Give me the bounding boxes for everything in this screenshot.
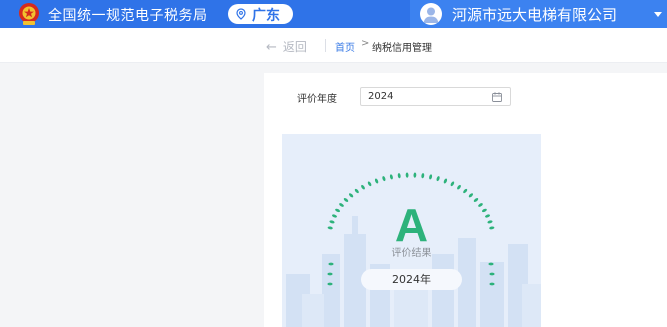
calendar-icon <box>492 92 502 102</box>
year-picker[interactable]: 2024 <box>360 87 511 106</box>
gauge-dot <box>488 262 494 266</box>
region-selector[interactable]: 广东 <box>228 4 293 24</box>
gauge-dot <box>389 174 393 180</box>
back-button[interactable]: ← 返回 <box>266 38 307 55</box>
user-menu[interactable]: 河源市远大电梯有限公司 <box>410 0 667 28</box>
gauge-dot <box>354 188 359 194</box>
gauge-dot <box>413 172 417 178</box>
gauge-dot <box>397 173 401 179</box>
breadcrumb-home-link[interactable]: 首页 <box>335 39 355 54</box>
gauge-dot <box>367 181 372 187</box>
breadcrumb-bar: ← 返回 首页 > 纳税信用管理 <box>0 28 667 63</box>
result-year-badge: 2024年 <box>361 269 462 290</box>
gauge-dot <box>327 282 333 286</box>
gauge-dot <box>361 184 365 190</box>
back-arrow-icon: ← <box>266 40 277 55</box>
gauge-dot <box>436 176 440 182</box>
gauge-dot <box>450 181 455 187</box>
location-pin-icon <box>236 8 246 20</box>
region-label: 广东 <box>252 8 280 24</box>
back-label: 返回 <box>282 40 307 54</box>
gauge-dot <box>489 282 495 286</box>
gauge-dot <box>489 272 495 276</box>
year-picker-value: 2024 <box>368 91 394 102</box>
user-avatar-icon <box>420 3 442 25</box>
breadcrumb-separator: > <box>361 38 370 49</box>
gauge-dot <box>429 174 433 180</box>
top-header: 全国统一规范电子税务局 广东 河源市远大电梯有限公司 <box>0 0 667 28</box>
emblem-icon <box>19 3 39 25</box>
breadcrumb-current: 纳税信用管理 <box>372 43 432 54</box>
gauge-dot <box>327 272 333 276</box>
gauge-dot <box>421 173 425 179</box>
gauge-dot <box>328 262 334 266</box>
site-title[interactable]: 全国统一规范电子税务局 <box>48 5 208 25</box>
gauge-dot <box>405 172 409 178</box>
company-name: 河源市远大电梯有限公司 <box>452 6 618 24</box>
gauge-dot <box>374 178 379 184</box>
gauge-dot <box>382 176 386 182</box>
credit-result-card: A 评价结果 2024年 <box>282 134 541 327</box>
main-panel: 评价年度 2024 A 评价结果 2024年 <box>264 73 667 327</box>
gauge-dot <box>443 178 448 184</box>
gauge-dot <box>457 184 461 190</box>
year-filter-label: 评价年度 <box>297 94 337 105</box>
gauge-dot <box>463 188 468 194</box>
result-label: 评价结果 <box>391 248 432 259</box>
chevron-down-icon[interactable] <box>654 12 662 17</box>
divider <box>325 39 326 52</box>
